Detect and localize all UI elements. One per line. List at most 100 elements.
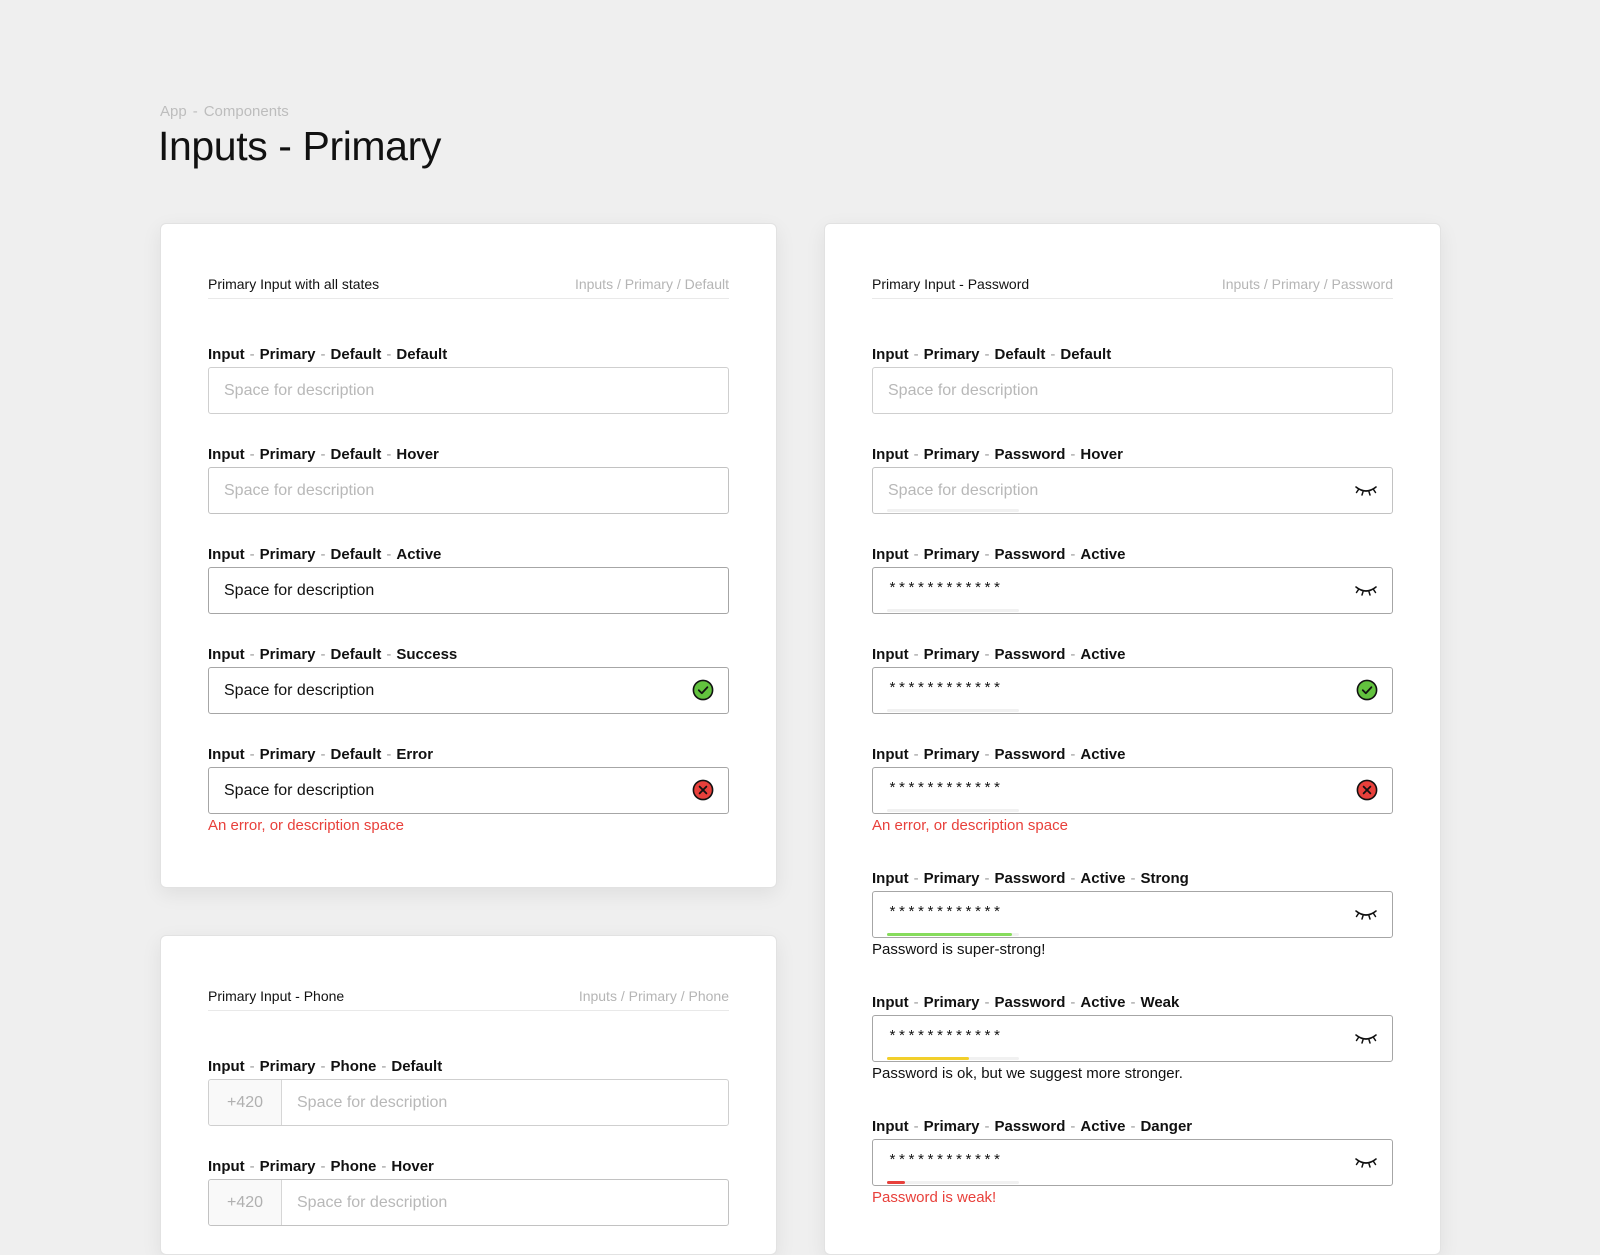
- eye-closed-icon[interactable]: [1354, 582, 1378, 598]
- field-label: Input - Primary - Default - Success: [208, 645, 729, 665]
- eye-closed-icon[interactable]: [1354, 1154, 1378, 1170]
- text-input[interactable]: Space for description: [208, 367, 729, 414]
- password-inputs-card: Primary Input - Password Inputs / Primar…: [824, 223, 1441, 1255]
- password-input[interactable]: ************: [872, 1139, 1393, 1186]
- label-dash: -: [1070, 646, 1076, 663]
- password-input[interactable]: ************: [872, 567, 1393, 614]
- label-dash: -: [386, 546, 392, 563]
- label-part: Primary: [259, 1158, 316, 1175]
- strength-meter: [887, 709, 1019, 712]
- input-default-error: Input - Primary - Default - Error Space for de…: [208, 745, 729, 836]
- password-input[interactable]: Space for description: [872, 467, 1393, 514]
- strength-message: Password is super-strong!: [872, 941, 1046, 958]
- label-dash: -: [913, 546, 919, 563]
- label-dash: -: [386, 446, 392, 463]
- default-inputs-card: Primary Input with all states Inputs / P…: [160, 223, 777, 888]
- eye-closed-icon[interactable]: [1354, 482, 1378, 498]
- input-password-weak: Input - Primary - Password - Active - Weak *****…: [872, 993, 1393, 1084]
- label-dash: -: [386, 346, 392, 363]
- label-dash: -: [1130, 870, 1136, 887]
- label-dash: -: [320, 1058, 326, 1075]
- label-part: Input: [208, 646, 245, 663]
- label-part: Primary: [259, 1058, 316, 1075]
- phone-prefix[interactable]: +420: [209, 1180, 282, 1225]
- text-input[interactable]: Space for description: [208, 767, 729, 814]
- label-part: Default: [330, 546, 382, 563]
- label-dash: -: [1070, 746, 1076, 763]
- eye-closed-icon[interactable]: [1354, 1030, 1378, 1046]
- password-input[interactable]: ************: [872, 667, 1393, 714]
- password-input[interactable]: ************: [872, 891, 1393, 938]
- input-password-hover: Input - Primary - Password - Hover Space for d…: [872, 445, 1393, 514]
- label-dash: -: [381, 1058, 387, 1075]
- label-part: Input: [208, 346, 245, 363]
- label-part: Input: [208, 446, 245, 463]
- phone-input[interactable]: +420 Space for description: [208, 1179, 729, 1226]
- label-dash: -: [320, 1158, 326, 1175]
- label-part: Primary: [259, 746, 316, 763]
- text-input[interactable]: Space for description: [208, 667, 729, 714]
- label-part: Primary: [923, 446, 980, 463]
- strength-message: Password is weak!: [872, 1189, 997, 1206]
- label-dash: -: [984, 646, 990, 663]
- label-dash: -: [1130, 994, 1136, 1011]
- label-dash: -: [984, 1118, 990, 1135]
- label-part: Input: [872, 346, 909, 363]
- input-value: Space for description: [224, 782, 375, 799]
- input-phone-default: Input - Primary - Phone - Default +420 Space f…: [208, 1057, 729, 1126]
- x-circle-icon: [692, 779, 714, 801]
- label-part: Weak: [1140, 994, 1180, 1011]
- label-part: Input: [872, 646, 909, 663]
- label-dash: -: [320, 646, 326, 663]
- label-dash: -: [249, 646, 255, 663]
- label-part: Error: [396, 746, 434, 763]
- label-dash: -: [320, 446, 326, 463]
- label-part: Input: [872, 746, 909, 763]
- label-part: Input: [208, 546, 245, 563]
- input-phone-hover: Input - Primary - Phone - Hover +420 Space for…: [208, 1157, 729, 1226]
- password-value: ************: [888, 581, 1003, 598]
- label-dash: -: [984, 546, 990, 563]
- text-input[interactable]: Space for description: [208, 567, 729, 614]
- input-placeholder: Space for description: [888, 482, 1039, 499]
- label-part: Default: [994, 346, 1046, 363]
- breadcrumb-app[interactable]: App: [160, 103, 187, 120]
- field-label: Input - Primary - Default - Active: [208, 545, 729, 565]
- label-part: Password: [994, 994, 1066, 1011]
- breadcrumb-section[interactable]: Components: [204, 103, 289, 120]
- label-part: Primary: [259, 646, 316, 663]
- label-dash: -: [1070, 546, 1076, 563]
- label-dash: -: [249, 746, 255, 763]
- label-part: Input: [208, 1058, 245, 1075]
- field-label: Input - Primary - Password - Active - Strong: [872, 869, 1393, 889]
- label-dash: -: [913, 446, 919, 463]
- password-input[interactable]: ************: [872, 1015, 1393, 1062]
- input-password-error: Input - Primary - Password - Active **********…: [872, 745, 1393, 836]
- input-value: Space for description: [224, 582, 375, 599]
- label-part: Input: [872, 546, 909, 563]
- field-label: Input - Primary - Password - Active: [872, 745, 1393, 765]
- label-dash: -: [1070, 446, 1076, 463]
- label-part: Primary: [923, 546, 980, 563]
- label-part: Password: [994, 546, 1066, 563]
- password-input[interactable]: Space for description: [872, 367, 1393, 414]
- label-part: Primary: [923, 1118, 980, 1135]
- input-default-active: Input - Primary - Default - Active Space for d…: [208, 545, 729, 614]
- input-password-active: Input - Primary - Password - Active **********…: [872, 545, 1393, 614]
- breadcrumb: App - Components: [160, 103, 289, 120]
- strength-meter: [887, 1181, 1019, 1184]
- text-input[interactable]: Space for description: [208, 467, 729, 514]
- label-dash: -: [984, 870, 990, 887]
- label-dash: -: [381, 1158, 387, 1175]
- label-part: Input: [872, 446, 909, 463]
- label-dash: -: [249, 346, 255, 363]
- password-input[interactable]: ************: [872, 767, 1393, 814]
- label-dash: -: [320, 546, 326, 563]
- label-part: Primary: [259, 446, 316, 463]
- phone-prefix[interactable]: +420: [209, 1080, 282, 1125]
- phone-inputs-card: Primary Input - Phone Inputs / Primary /…: [160, 935, 777, 1255]
- eye-closed-icon[interactable]: [1354, 906, 1378, 922]
- label-dash: -: [913, 746, 919, 763]
- phone-input[interactable]: +420 Space for description: [208, 1079, 729, 1126]
- label-dash: -: [984, 446, 990, 463]
